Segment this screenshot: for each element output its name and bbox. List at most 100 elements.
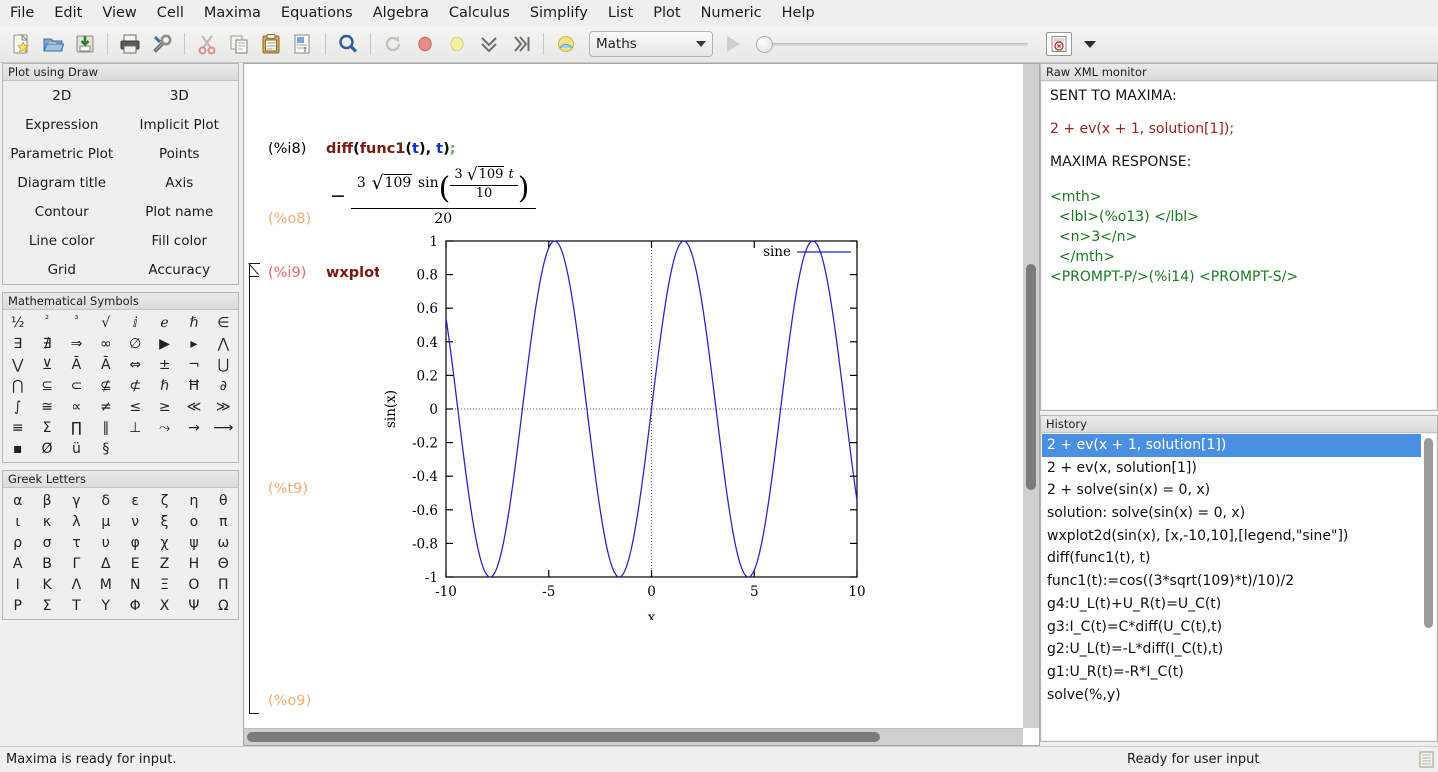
math-symbol-13[interactable]: ▶ — [150, 333, 179, 354]
plot-image[interactable]: -1 -0.8 -0.6 -0.4 -0.2 0 0.2 0.4 0.6 0.8 1 -10 -5 0 5 1… — [379, 230, 879, 620]
math-symbol-18[interactable]: Ā — [62, 354, 91, 375]
worksheet-canvas[interactable]: (%i8) diff(func1(t), t); (%o8) − 3 √109 — [244, 64, 1023, 728]
greek-letter-15[interactable]: π — [209, 511, 238, 532]
math-symbol-5[interactable]: ℯ — [150, 312, 179, 333]
greek-letter-28[interactable]: Ε — [121, 553, 150, 574]
cut-icon[interactable] — [192, 29, 222, 59]
math-symbol-25[interactable]: ⊆ — [32, 375, 61, 396]
greek-letter-18[interactable]: τ — [62, 532, 91, 553]
math-symbol-7[interactable]: ∈ — [209, 312, 238, 333]
greek-letter-33[interactable]: Κ — [32, 574, 61, 595]
draw-button-contour[interactable]: Contour — [3, 197, 121, 226]
greek-letter-35[interactable]: Μ — [91, 574, 120, 595]
math-symbol-45[interactable]: ⤳ — [150, 417, 179, 438]
math-symbol-32[interactable]: ∫ — [3, 396, 32, 417]
math-symbol-6[interactable]: ℏ — [179, 312, 208, 333]
math-symbol-22[interactable]: ¬ — [179, 354, 208, 375]
history-item[interactable]: func1(t):=cos((3*sqrt(109)*t)/10)/2 — [1042, 570, 1421, 593]
greek-letter-34[interactable]: Λ — [62, 574, 91, 595]
math-symbol-26[interactable]: ⊂ — [62, 375, 91, 396]
greek-letter-12[interactable]: ν — [121, 511, 150, 532]
math-symbol-14[interactable]: ▸ — [179, 333, 208, 354]
greek-letter-13[interactable]: ξ — [150, 511, 179, 532]
resize-grip-icon[interactable] — [1419, 751, 1435, 769]
history-list[interactable]: 2 + ev(x + 1, solution[1]) 2 + ev(x, solu… — [1042, 434, 1421, 740]
greek-letter-29[interactable]: Ζ — [150, 553, 179, 574]
math-symbol-15[interactable]: ⋀ — [209, 333, 238, 354]
copy-icon[interactable] — [224, 29, 254, 59]
math-symbol-33[interactable]: ≅ — [32, 396, 61, 417]
math-symbol-34[interactable]: ∝ — [62, 396, 91, 417]
greek-letter-46[interactable]: Ψ — [179, 595, 208, 616]
greek-letter-7[interactable]: θ — [209, 490, 238, 511]
greek-letter-8[interactable]: ι — [3, 511, 32, 532]
math-symbol-50[interactable]: ü — [62, 438, 91, 459]
greek-letter-9[interactable]: κ — [32, 511, 61, 532]
math-symbol-35[interactable]: ≠ — [91, 396, 120, 417]
math-symbol-46[interactable]: → — [179, 417, 208, 438]
history-item[interactable]: diff(func1(t), t) — [1042, 547, 1421, 570]
menu-item-equations[interactable]: Equations — [271, 3, 363, 23]
math-symbol-38[interactable]: ≪ — [179, 396, 208, 417]
math-symbol-39[interactable]: ≫ — [209, 396, 238, 417]
greek-letter-45[interactable]: Χ — [150, 595, 179, 616]
print-icon[interactable] — [115, 29, 145, 59]
greek-letter-37[interactable]: Ξ — [150, 574, 179, 595]
history-item[interactable]: g2:U_L(t)=-L*diff(I_C(t),t) — [1042, 638, 1421, 661]
math-symbol-29[interactable]: ℏ — [150, 375, 179, 396]
math-symbol-9[interactable]: ∄ — [32, 333, 61, 354]
greek-letter-39[interactable]: Π — [209, 574, 238, 595]
input-code-i8[interactable]: diff(func1(t), t); — [326, 141, 456, 157]
insert-text-icon[interactable] — [551, 29, 581, 59]
draw-button-expression[interactable]: Expression — [3, 110, 121, 139]
draw-button-3d[interactable]: 3D — [121, 81, 239, 110]
math-symbol-27[interactable]: ⊈ — [91, 375, 120, 396]
paste-icon[interactable] — [256, 29, 286, 59]
history-item[interactable]: 2 + ev(x + 1, solution[1]) — [1042, 434, 1421, 457]
greek-letter-4[interactable]: ε — [121, 490, 150, 511]
greek-letter-22[interactable]: ψ — [179, 532, 208, 553]
math-symbol-44[interactable]: ⊥ — [121, 417, 150, 438]
worksheet-hscroll-thumb[interactable] — [247, 732, 880, 742]
math-symbol-48[interactable]: ▪ — [3, 438, 32, 459]
evaluate-all-icon[interactable] — [474, 29, 504, 59]
slider-knob[interactable] — [756, 36, 773, 53]
greek-letter-6[interactable]: η — [179, 490, 208, 511]
greek-letter-3[interactable]: δ — [91, 490, 120, 511]
menu-item-edit[interactable]: Edit — [44, 3, 92, 23]
history-item[interactable]: solve(%,y) — [1042, 684, 1421, 707]
worksheet-horizontal-scrollbar[interactable] — [244, 728, 1023, 745]
play-button[interactable] — [727, 36, 740, 52]
history-item[interactable]: g3:I_C(t)=C*diff(U_C(t),t) — [1042, 616, 1421, 639]
draw-button-parametric-plot[interactable]: Parametric Plot — [3, 139, 121, 168]
history-scrollbar[interactable] — [1421, 434, 1436, 740]
math-symbol-43[interactable]: ∥ — [91, 417, 120, 438]
menu-item-algebra[interactable]: Algebra — [363, 3, 439, 23]
math-symbol-21[interactable]: ± — [150, 354, 179, 375]
greek-letter-0[interactable]: α — [3, 490, 32, 511]
draw-button-plot-name[interactable]: Plot name — [121, 197, 239, 226]
math-symbol-42[interactable]: ∏ — [62, 417, 91, 438]
evaluate-to-cursor-icon[interactable] — [506, 29, 536, 59]
math-symbol-3[interactable]: √ — [91, 312, 120, 333]
find-replace-icon[interactable]: I — [288, 29, 318, 59]
greek-letter-30[interactable]: Η — [179, 553, 208, 574]
greek-letter-14[interactable]: ο — [179, 511, 208, 532]
menu-item-calculus[interactable]: Calculus — [439, 3, 520, 23]
math-symbol-10[interactable]: ⇒ — [62, 333, 91, 354]
math-symbol-31[interactable]: ∂ — [209, 375, 238, 396]
greek-letter-16[interactable]: ρ — [3, 532, 32, 553]
menu-item-file[interactable]: File — [0, 3, 44, 23]
greek-letter-42[interactable]: Τ — [62, 595, 91, 616]
preferences-icon[interactable] — [147, 29, 177, 59]
greek-letter-24[interactable]: Α — [3, 553, 32, 574]
animation-slider[interactable] — [756, 34, 1028, 54]
restart-maxima-icon[interactable] — [378, 29, 408, 59]
menu-item-simplify[interactable]: Simplify — [520, 3, 598, 23]
math-symbol-2[interactable]: ³ — [62, 312, 91, 333]
interrupt-icon[interactable] — [410, 29, 440, 59]
math-symbol-17[interactable]: ⊻ — [32, 354, 61, 375]
greek-letter-5[interactable]: ζ — [150, 490, 179, 511]
greek-letter-41[interactable]: Σ — [32, 595, 61, 616]
history-item[interactable]: g4:U_L(t)+U_R(t)=U_C(t) — [1042, 593, 1421, 616]
